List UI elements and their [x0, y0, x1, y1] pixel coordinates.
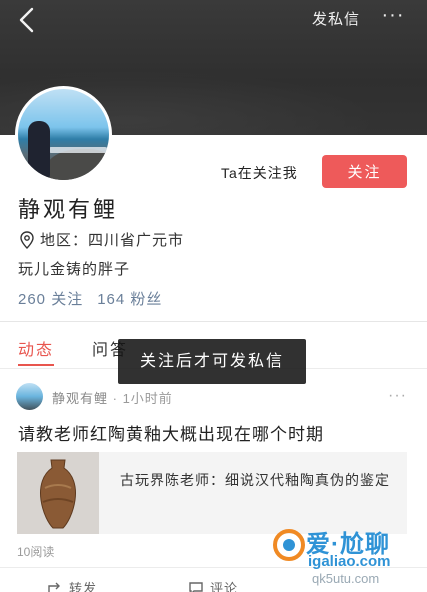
post-author-avatar[interactable] [16, 383, 43, 410]
vase-image [40, 459, 76, 529]
more-options-icon[interactable]: ··· [378, 5, 408, 28]
post-more-icon[interactable]: ··· [388, 387, 407, 405]
chevron-left-icon [19, 7, 34, 33]
share-icon [48, 582, 60, 592]
post-title[interactable]: 请教老师红陶黄釉大概出现在哪个时期 [18, 420, 324, 445]
post-meta: 静观有鲤 · 1小时前 [52, 388, 173, 407]
post-author[interactable]: 静观有鲤 [52, 391, 108, 406]
read-count: 10阅读 [17, 545, 55, 559]
nickname: 静观有鲤 [18, 197, 119, 222]
avatar-person [28, 121, 50, 179]
watermark-url-2: qk5utu.com [312, 571, 380, 586]
follow-button[interactable]: 关注 [322, 155, 407, 188]
followers-count[interactable]: 164 粉丝 [97, 288, 162, 309]
following-count[interactable]: 260 关注 [18, 288, 83, 309]
avatar-rock [46, 149, 109, 180]
share-button[interactable]: 转发 [47, 578, 97, 592]
active-tab-indicator [18, 364, 54, 366]
bio: 玩儿金铸的胖子 [18, 261, 131, 278]
watermark-url: igaliao.com [308, 553, 391, 570]
watermark-logo [273, 529, 305, 561]
location-pin-icon [20, 230, 34, 249]
post-time: · 1小时前 [108, 391, 173, 406]
article-thumbnail [17, 452, 99, 534]
region-row: 地区：四川省广元市 [19, 229, 184, 250]
toast-message: 关注后才可发私信 [118, 339, 306, 384]
follows-me-label: Ta在关注我 [221, 165, 298, 181]
comment-label: 评论 [210, 581, 239, 592]
avatar-wave [48, 147, 108, 153]
back-button[interactable] [14, 6, 42, 34]
linked-article-title: 古玩界陈老师：细说汉代釉陶真伪的鉴定 [120, 472, 390, 488]
send-message-button[interactable]: 发私信 [312, 8, 360, 29]
comment-button[interactable]: 评论 [188, 578, 238, 592]
tab-dynamics[interactable]: 动态 [18, 336, 54, 360]
region-text: 地区：四川省广元市 [40, 232, 185, 249]
site-watermark: 爱·尬聊 igaliao.com qk5utu.com [272, 522, 424, 588]
avatar[interactable] [15, 86, 112, 183]
comment-icon [189, 581, 203, 592]
share-label: 转发 [69, 581, 98, 592]
stats-row: 260 关注 164 粉丝 [18, 288, 162, 309]
